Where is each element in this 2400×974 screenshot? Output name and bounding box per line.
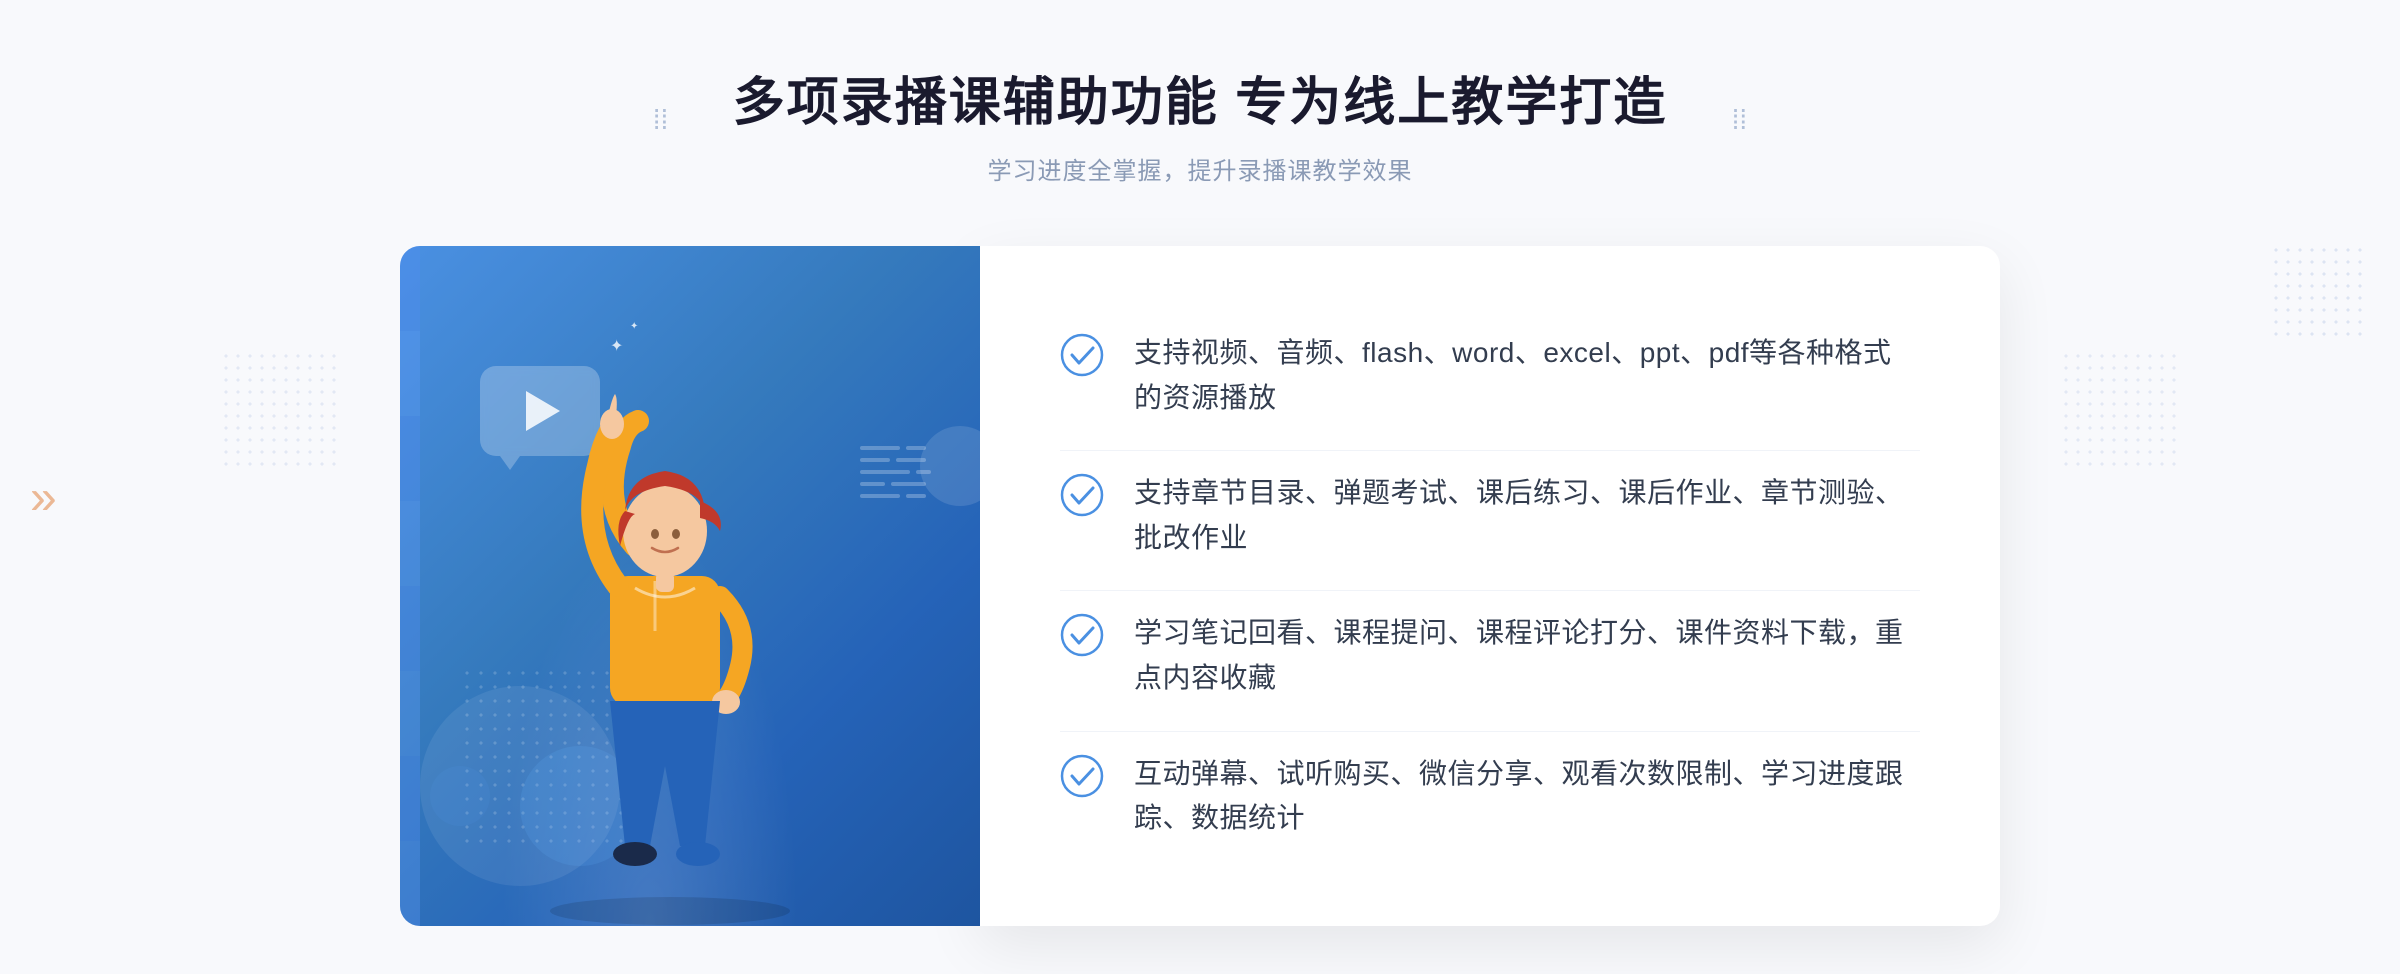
check-icon-2 <box>1060 473 1104 517</box>
outer-left-deco: » <box>30 471 57 526</box>
feature-item-4: 互动弹幕、试听购买、微信分享、观看次数限制、学习进度跟踪、数据统计 <box>1060 731 1920 862</box>
figure-illustration <box>480 346 860 926</box>
check-icon-3 <box>1060 613 1104 657</box>
sub-title: 学习进度全掌握，提升录播课教学效果 <box>733 151 1667 186</box>
header-section: 多项录播课辅助功能 专为线上教学打造 学习进度全掌握，提升录播课教学效果 <box>733 60 1667 186</box>
check-icon-1 <box>1060 333 1104 377</box>
feature-text-3: 学习笔记回看、课程提问、课程评论打分、课件资料下载，重点内容收藏 <box>1134 611 1920 701</box>
page-wrapper: 多项录播课辅助功能 专为线上教学打造 学习进度全掌握，提升录播课教学效果 ✦ ✦ <box>0 0 2400 974</box>
dots-pattern-left <box>220 350 340 470</box>
dots-pattern-right <box>2060 350 2180 470</box>
feature-text-4: 互动弹幕、试听购买、微信分享、观看次数限制、学习进度跟踪、数据统计 <box>1134 752 1920 842</box>
feature-item-1: 支持视频、音频、flash、word、excel、ppt、pdf等各种格式的资源… <box>1060 311 1920 441</box>
illustration-panel: ✦ ✦ <box>400 246 980 926</box>
content-area: ✦ ✦ <box>400 246 2000 926</box>
feature-item-2: 支持章节目录、弹题考试、课后练习、课后作业、章节测验、批改作业 <box>1060 450 1920 581</box>
chevron-deco-icon: » <box>30 472 57 525</box>
blue-strips-deco <box>400 246 420 926</box>
features-panel: 支持视频、音频、flash、word、excel、ppt、pdf等各种格式的资源… <box>980 246 2000 926</box>
feature-item-3: 学习笔记回看、课程提问、课程评论打分、课件资料下载，重点内容收藏 <box>1060 590 1920 721</box>
star-sparkle-2: ✦ <box>630 321 638 332</box>
main-title: 多项录播课辅助功能 专为线上教学打造 <box>733 60 1667 135</box>
outer-right-deco <box>2270 244 2370 344</box>
feature-text-2: 支持章节目录、弹题考试、课后练习、课后作业、章节测验、批改作业 <box>1134 471 1920 561</box>
feature-text-1: 支持视频、音频、flash、word、excel、ppt、pdf等各种格式的资源… <box>1134 331 1920 421</box>
check-icon-4 <box>1060 754 1104 798</box>
